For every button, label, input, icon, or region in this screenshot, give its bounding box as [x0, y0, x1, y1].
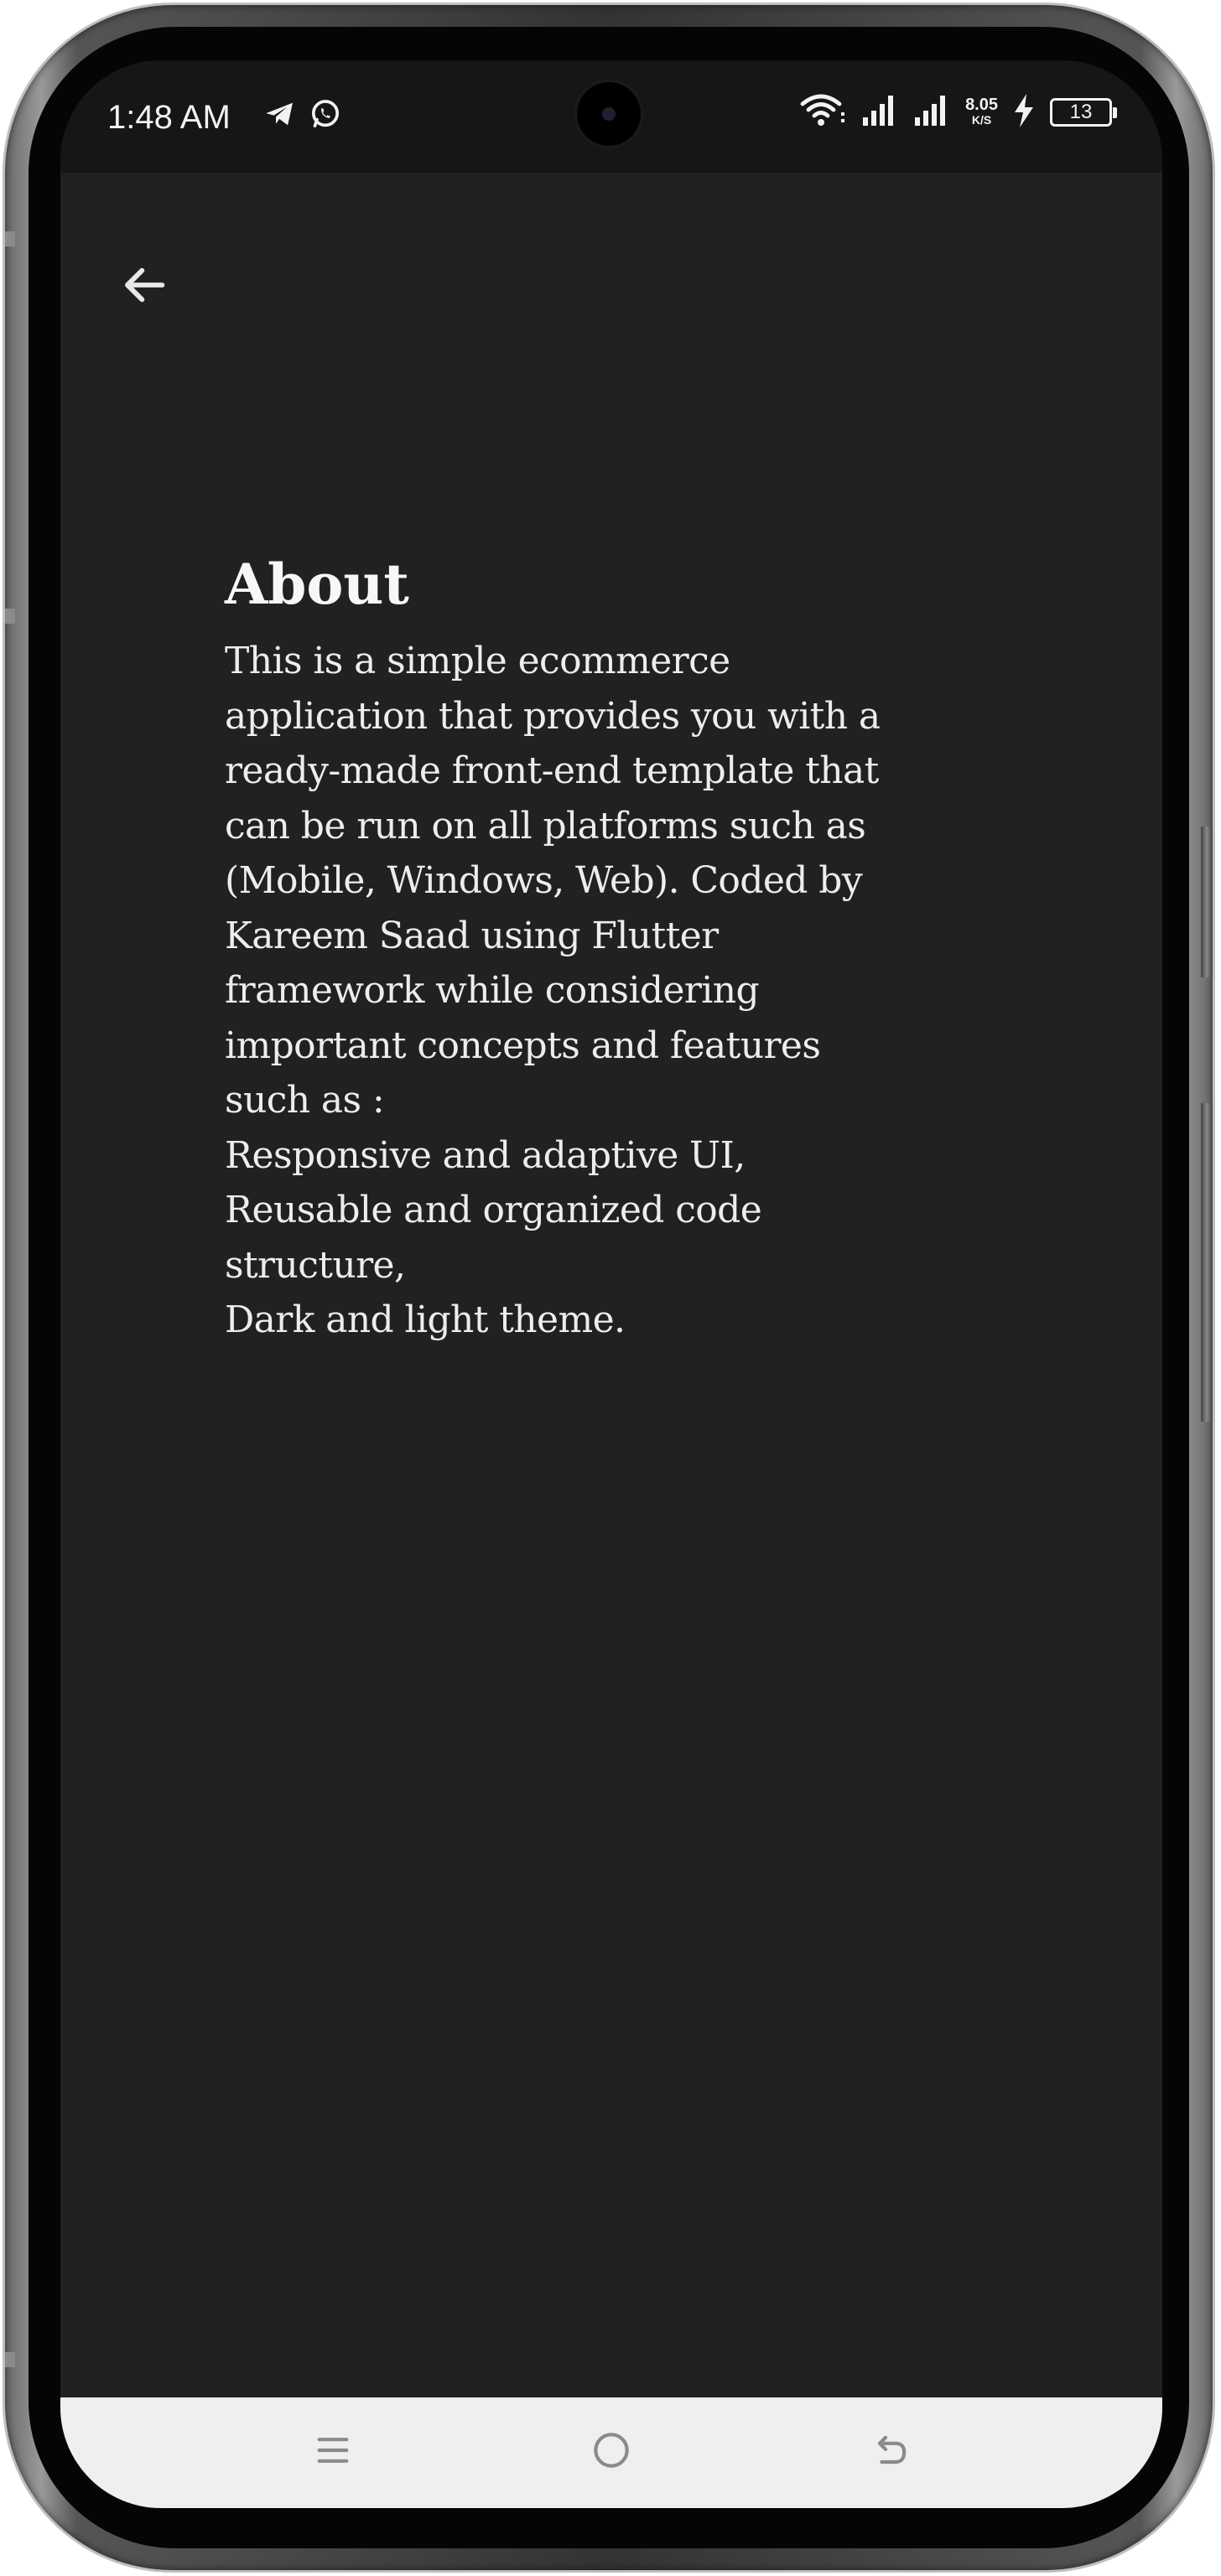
- volume-button: [1201, 827, 1213, 977]
- network-speed: 8.05 K/S: [965, 96, 998, 127]
- phone-frame: 1:48 AM 8.05 K/S 13 About This is a simp…: [5, 5, 1213, 2570]
- about-text-line: Reusable and organized code: [225, 1189, 762, 1231]
- back-button[interactable]: [111, 253, 178, 320]
- screen: 1:48 AM 8.05 K/S 13 About This is a simp…: [60, 60, 1162, 2508]
- recent-apps-button[interactable]: [295, 2414, 371, 2490]
- about-text-line: Responsive and adaptive UI,: [225, 1133, 746, 1177]
- about-text-line: important concepts and features: [225, 1024, 821, 1067]
- network-speed-unit: K/S: [971, 113, 992, 127]
- power-button: [1201, 1103, 1213, 1422]
- system-nav-bar: [60, 2397, 1162, 2508]
- about-text-line: Dark and light theme.: [225, 1298, 626, 1341]
- telegram-icon: [263, 97, 297, 134]
- about-text-line: Kareem Saad using Flutter: [225, 914, 719, 957]
- arrow-left-icon: [117, 258, 171, 315]
- front-camera: [574, 79, 644, 149]
- about-text-line: (Mobile, Windows, Web). Coded by: [225, 859, 863, 902]
- about-section: About This is a simple ecommerce applica…: [225, 538, 1030, 1348]
- battery-level: 13: [1069, 101, 1093, 123]
- system-status-icons: 8.05 K/S 13: [799, 92, 1117, 132]
- system-back-button[interactable]: [854, 2414, 929, 2490]
- about-text-line: framework while considering: [225, 969, 760, 1012]
- frame-antenna-line: [5, 231, 15, 246]
- about-text-line: application that provides you with a: [225, 694, 881, 738]
- about-description: This is a simple ecommerce application t…: [225, 634, 1030, 1348]
- about-text-line: ready-made front-end template that: [225, 749, 879, 792]
- about-text-line: such as :: [225, 1079, 385, 1122]
- frame-antenna-line: [5, 2352, 15, 2367]
- wifi-icon: [799, 92, 846, 132]
- home-circle-icon: [588, 2427, 635, 2477]
- home-button[interactable]: [574, 2414, 649, 2490]
- about-text-line: structure,: [225, 1243, 406, 1287]
- menu-icon: [309, 2427, 356, 2477]
- signal-icon: [913, 94, 950, 131]
- signal-icon: [861, 94, 898, 131]
- frame-antenna-line: [5, 609, 15, 624]
- back-return-icon: [868, 2427, 915, 2477]
- notification-icons: [263, 97, 342, 134]
- status-time: 1:48 AM: [107, 99, 231, 136]
- about-text-line: This is a simple ecommerce: [225, 640, 730, 682]
- status-bar: 1:48 AM 8.05 K/S 13: [60, 60, 1162, 173]
- network-speed-value: 8.05: [965, 96, 998, 114]
- whatsapp-icon: [309, 97, 342, 134]
- page-title: About: [225, 552, 409, 617]
- charging-icon: [1013, 94, 1035, 131]
- battery-icon: 13: [1050, 98, 1117, 127]
- about-text-line: can be run on all platforms such as: [225, 804, 866, 847]
